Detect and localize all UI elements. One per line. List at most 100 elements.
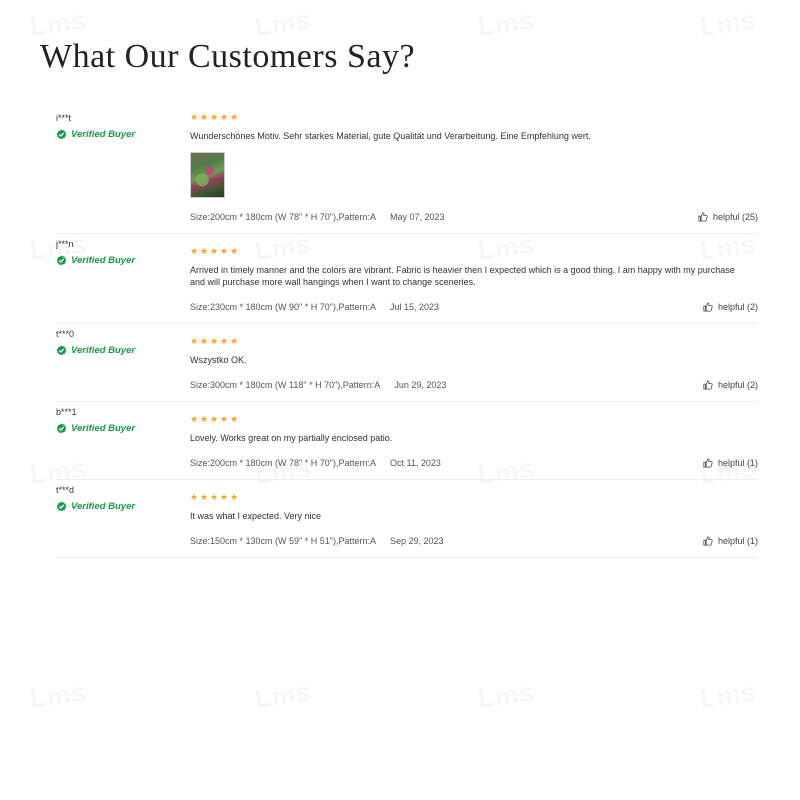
star-rating: ★ ★ ★ ★ ★ [190, 242, 758, 256]
verified-label: Verified Buyer [71, 501, 136, 512]
review-meta: Size:230cm * 180cm (W 90" * H 70"),Patte… [190, 302, 758, 323]
star-icon: ★ [200, 414, 209, 424]
star-icon: ★ [190, 112, 199, 122]
verified-badge: Verified Buyer [56, 501, 176, 512]
review-date: Jul 15, 2023 [389, 302, 440, 312]
star-icon: ★ [230, 246, 239, 256]
helpful-count: helpful (1) [717, 536, 758, 546]
helpful-button[interactable]: helpful (2) [703, 302, 758, 312]
review-text: Lovely. Works great on my partially encl… [190, 433, 393, 443]
thumbs-up-icon [703, 380, 713, 390]
watermark: Lms [28, 4, 88, 43]
reviewer-name: b***1 [56, 407, 77, 417]
helpful-count: helpful (25) [712, 212, 758, 222]
star-icon: ★ [230, 336, 239, 346]
verified-check-icon [56, 129, 67, 140]
star-icon: ★ [220, 336, 229, 346]
star-icon: ★ [230, 492, 239, 502]
review-date: May 07, 2023 [389, 212, 445, 222]
review-date: Sep 29, 2023 [389, 536, 444, 546]
verified-badge: Verified Buyer [56, 129, 176, 140]
star-icon: ★ [210, 336, 219, 346]
star-rating: ★ ★ ★ ★ ★ [190, 108, 758, 122]
review-photo[interactable] [190, 152, 225, 198]
verified-check-icon [56, 345, 67, 356]
product-size: Size:230cm * 180cm (W 90" * H 70"),Patte… [190, 302, 376, 312]
helpful-button[interactable]: helpful (25) [698, 212, 758, 222]
review-item: t***d Verified Buyer ★ ★ ★ ★ ★ It was what I… [56, 480, 758, 558]
verified-label: Verified Buyer [71, 345, 136, 356]
star-icon: ★ [190, 492, 199, 502]
reviewer-info: j***n Verified Buyer [56, 239, 176, 266]
reviewer-info: b***1 Verified Buyer [56, 407, 176, 434]
verified-check-icon [56, 255, 67, 266]
reviewer-name: j***n [56, 239, 74, 249]
watermark: Lms [28, 676, 88, 715]
star-icon: ★ [210, 414, 219, 424]
verified-badge: Verified Buyer [56, 345, 176, 356]
verified-label: Verified Buyer [71, 423, 136, 434]
helpful-count: helpful (2) [717, 302, 758, 312]
review-list: i***t Verified Buyer ★ ★ ★ ★ ★ Wunderschönes… [56, 108, 758, 558]
reviewer-name: i***t [56, 113, 72, 123]
helpful-button[interactable]: helpful (2) [703, 380, 758, 390]
star-icon: ★ [200, 336, 209, 346]
star-icon: ★ [220, 414, 229, 424]
star-icon: ★ [210, 112, 219, 122]
review-meta: Size:300cm * 180cm (W 118" * H 70"),Patt… [190, 380, 758, 401]
review-text: Wszystko OK. [190, 355, 247, 365]
star-rating: ★ ★ ★ ★ ★ [190, 410, 758, 424]
review-meta: Size:200cm * 180cm (W 78" * H 70"),Patte… [190, 458, 758, 479]
star-icon: ★ [190, 414, 199, 424]
star-icon: ★ [200, 246, 209, 256]
page-title: What Our Customers Say? [40, 38, 416, 75]
review-meta: Size:150cm * 130cm (W 59" * H 51"),Patte… [190, 536, 758, 557]
review-item: t***0 Verified Buyer ★ ★ ★ ★ ★ Wszystko OK. … [56, 324, 758, 402]
review-text: It was what I expected. Very nice [190, 511, 322, 521]
thumbs-up-icon [703, 458, 713, 468]
helpful-button[interactable]: helpful (1) [703, 458, 758, 468]
review-item: i***t Verified Buyer ★ ★ ★ ★ ★ Wunderschönes… [56, 108, 758, 234]
review-date: Jun 29, 2023 [394, 380, 447, 390]
review-body: ★ ★ ★ ★ ★ Wunderschönes Motiv. Sehr starkes … [190, 108, 758, 233]
star-rating: ★ ★ ★ ★ ★ [190, 332, 758, 346]
review-body: ★ ★ ★ ★ ★ It was what I expected. Very nice … [190, 488, 758, 557]
product-size: Size:200cm * 180cm (W 78" * H 70"),Patte… [190, 458, 376, 468]
verified-check-icon [56, 501, 67, 512]
review-body: ★ ★ ★ ★ ★ Wszystko OK. Size:300cm * 180cm (W… [190, 332, 758, 401]
reviewer-info: t***d Verified Buyer [56, 485, 176, 512]
star-icon: ★ [190, 336, 199, 346]
star-icon: ★ [210, 492, 219, 502]
review-body: ★ ★ ★ ★ ★ Lovely. Works great on my partiall… [190, 410, 758, 479]
reviewer-name: t***d [56, 485, 75, 495]
verified-label: Verified Buyer [71, 129, 136, 140]
thumbs-up-icon [703, 536, 713, 546]
watermark: Lms [476, 676, 536, 715]
review-text: Wunderschönes Motiv. Sehr starkes Materi… [190, 131, 591, 141]
watermark: Lms [253, 676, 313, 715]
reviewer-info: t***0 Verified Buyer [56, 329, 176, 356]
review-text: Arrived in timely manner and the colors … [190, 265, 735, 287]
review-meta: Size:200cm * 180cm (W 78" * H 70"),Patte… [190, 212, 758, 233]
helpful-count: helpful (2) [717, 380, 758, 390]
verified-label: Verified Buyer [71, 255, 136, 266]
thumbs-up-icon [698, 212, 708, 222]
star-icon: ★ [200, 112, 209, 122]
star-icon: ★ [220, 492, 229, 502]
watermark: Lms [253, 4, 313, 43]
star-icon: ★ [220, 112, 229, 122]
product-size: Size:200cm * 180cm (W 78" * H 70"),Patte… [190, 212, 376, 222]
watermark: Lms [476, 4, 536, 43]
star-icon: ★ [230, 112, 239, 122]
reviewer-name: t***0 [56, 329, 75, 339]
verified-badge: Verified Buyer [56, 423, 176, 434]
star-icon: ★ [210, 246, 219, 256]
thumbs-up-icon [703, 302, 713, 312]
verified-check-icon [56, 423, 67, 434]
product-size: Size:150cm * 130cm (W 59" * H 51"),Patte… [190, 536, 376, 546]
helpful-button[interactable]: helpful (1) [703, 536, 758, 546]
star-rating: ★ ★ ★ ★ ★ [190, 488, 758, 502]
watermark: Lms [698, 676, 758, 715]
watermark: Lms [698, 4, 758, 43]
reviewer-info: i***t Verified Buyer [56, 113, 176, 140]
